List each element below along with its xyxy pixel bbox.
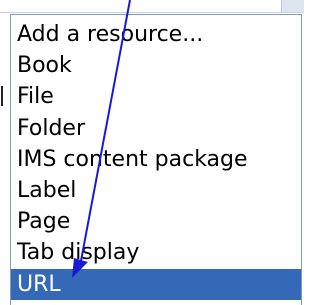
option-folder[interactable]: Folder (11, 113, 301, 144)
option-url[interactable]: URL (11, 268, 301, 300)
cursor-mark (1, 86, 3, 106)
option-ims-content-package[interactable]: IMS content package (11, 144, 301, 175)
option-tab-display[interactable]: Tab display (11, 237, 301, 268)
add-resource-dropdown-list[interactable]: Add a resource... Book File Folder IMS c… (10, 14, 302, 305)
option-label[interactable]: Label (11, 175, 301, 206)
option-add-a-resource[interactable]: Add a resource... (11, 19, 301, 50)
screenshot-stage: Add a resource... Book File Folder IMS c… (0, 0, 304, 305)
dropdown-options: Add a resource... Book File Folder IMS c… (11, 15, 301, 300)
option-file[interactable]: File (11, 81, 301, 112)
select-button-remnant (281, 0, 304, 12)
option-book[interactable]: Book (11, 50, 301, 81)
option-page[interactable]: Page (11, 206, 301, 237)
select-control-remnant (0, 0, 304, 13)
